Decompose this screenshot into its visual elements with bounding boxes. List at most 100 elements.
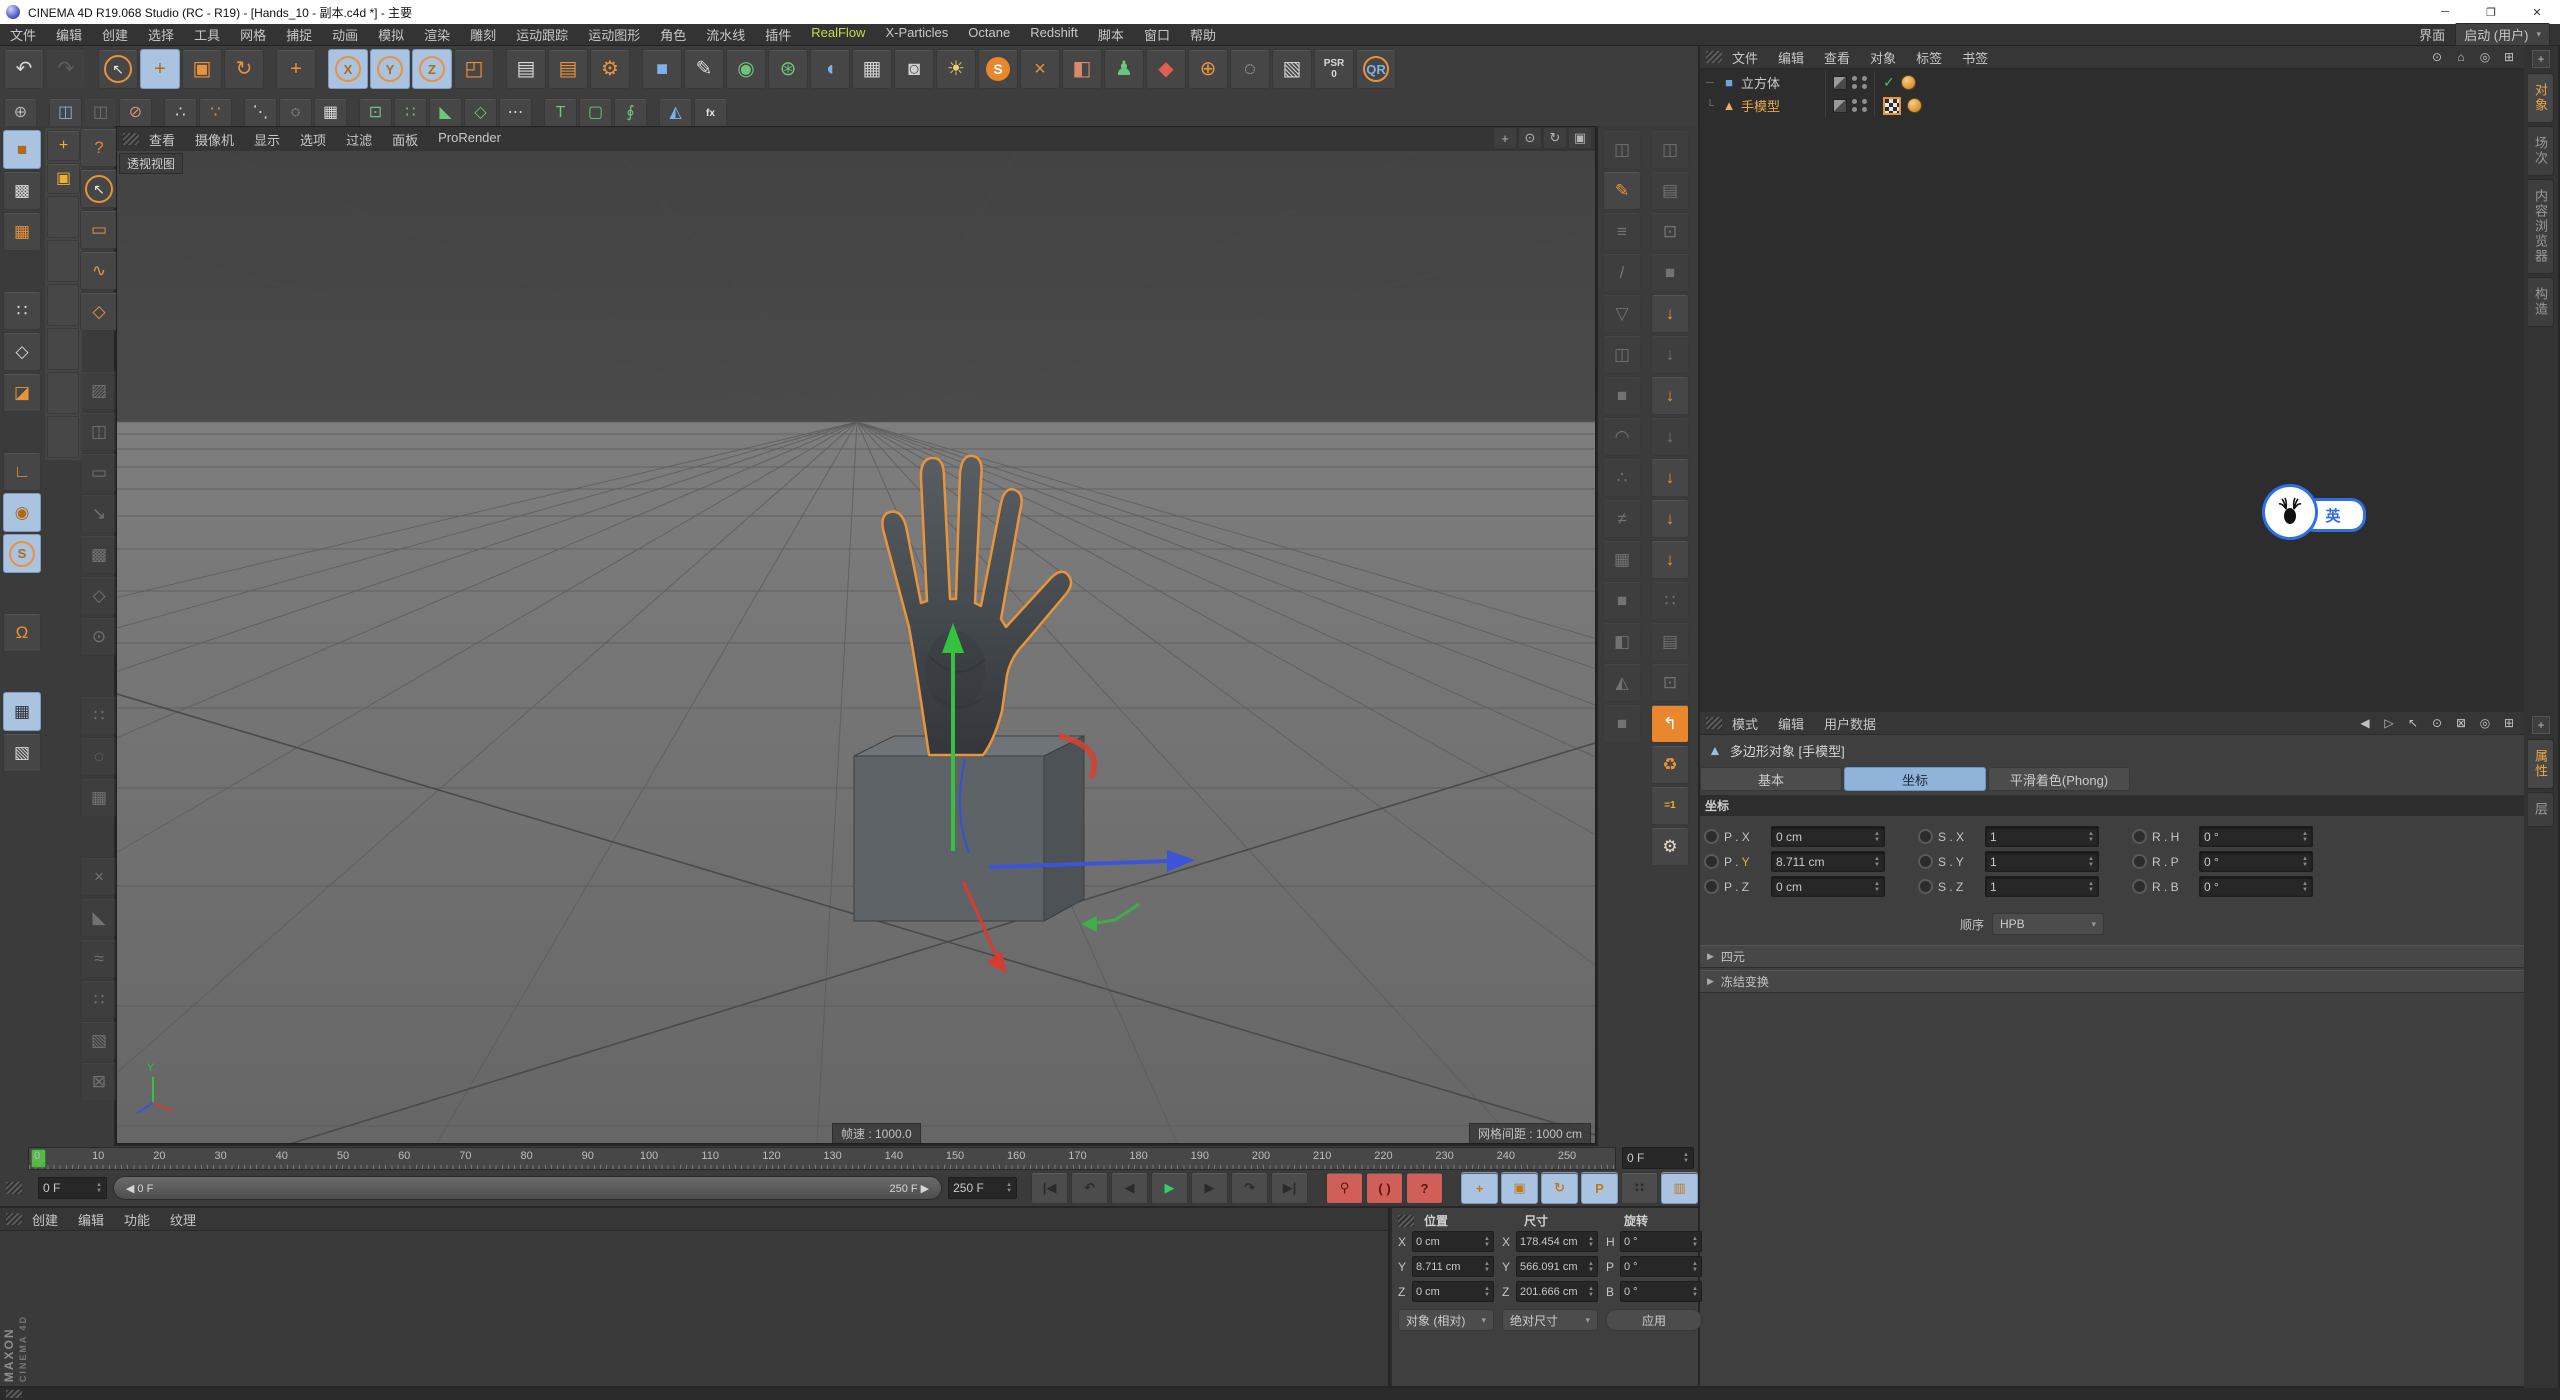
field-s-z[interactable]: 1 ▲ ▼ [1985, 876, 2099, 897]
undo-icon[interactable]: ↶ [4, 49, 44, 89]
filter-icon[interactable]: ◎ [2476, 48, 2494, 66]
recycle-icon[interactable]: ♻ [1651, 745, 1689, 784]
polygon-selection-icon[interactable]: ◇ [80, 292, 118, 331]
subdivision-surface-icon[interactable]: ◉ [726, 49, 766, 89]
extrude-cube-icon[interactable]: ▢ [579, 97, 612, 129]
lock-x-axis-icon[interactable]: X [328, 49, 368, 89]
earth-icon[interactable]: ⊕ [4, 97, 37, 129]
field-p-z[interactable]: 0 cm ▲ ▼ [1771, 876, 1885, 897]
scene-3d[interactable]: Y 帧速 : 1000.0 网格间距 : 1000 cm [117, 151, 1595, 1143]
modeling-command-icon[interactable]: ⊠ [80, 1062, 118, 1101]
attribute-tab[interactable]: 平滑着色(Phong) [1988, 767, 2130, 791]
circle-points-icon[interactable]: ◌ [279, 97, 312, 129]
keyframe-radio-icon[interactable] [1704, 879, 1719, 894]
array-axis-icon[interactable]: ◫ [49, 97, 82, 129]
knife-icon[interactable]: / [1603, 253, 1641, 292]
menu-item[interactable]: 摄像机 [195, 130, 234, 149]
object-name[interactable]: 立方体 [1738, 73, 1825, 92]
stepper-icon[interactable]: ▲ ▼ [2302, 831, 2308, 843]
slabs-icon[interactable]: ▤ [1651, 171, 1689, 210]
subdivide-disabled-icon[interactable]: ↓ [1651, 335, 1689, 374]
menu-item[interactable]: Redshift [1030, 25, 1078, 44]
coordinate-system-icon[interactable]: ◰ [454, 49, 494, 89]
keyframe-radio-icon[interactable] [2132, 854, 2147, 869]
keyframe-radio-icon[interactable] [1918, 854, 1933, 869]
annotation-icon[interactable]: ▧ [1272, 49, 1312, 89]
quantize-grid-icon[interactable]: ▦ [3, 692, 41, 731]
next-frame-button[interactable]: ▶ [1191, 1172, 1229, 1204]
stepper-icon[interactable]: ▲ ▼ [2088, 881, 2094, 893]
stepper-icon[interactable]: ▲ ▼ [1692, 1261, 1698, 1273]
coordinate-field[interactable]: 566.091 cm ▲ ▼ [1516, 1256, 1598, 1277]
melt-icon[interactable]: ↓ [1651, 499, 1689, 538]
subdivide-icon[interactable]: ↓ [1651, 294, 1689, 333]
visibility-dots-icon[interactable] [1862, 99, 1867, 112]
stepper-icon[interactable]: ▲ ▼ [2088, 831, 2094, 843]
grid-plane-icon[interactable]: ▦ [1603, 540, 1641, 579]
modeling-command-icon[interactable]: ◌ [80, 737, 118, 776]
menu-item[interactable]: 模拟 [378, 25, 404, 44]
stepper-icon[interactable]: ▲ ▼ [1484, 1261, 1490, 1273]
path-points-icon[interactable]: ⋯ [499, 97, 532, 129]
menu-item[interactable]: 标签 [1916, 48, 1942, 67]
preview-range-slider[interactable]: ◀ 0 F 250 F ▶ [112, 1176, 943, 1200]
coordinate-field[interactable]: 0 ° ▲ ▼ [1620, 1256, 1702, 1277]
add-tab-icon[interactable]: + [2532, 716, 2550, 734]
grid-points-icon[interactable]: ▦ [314, 97, 347, 129]
menu-item[interactable]: 流水线 [706, 25, 745, 44]
modeling-command-icon[interactable]: ▨ [80, 371, 118, 410]
menu-item[interactable]: RealFlow [811, 25, 865, 44]
modeling-command-icon[interactable]: ▩ [80, 535, 118, 574]
edges-mode-icon[interactable]: ◇ [3, 332, 41, 371]
menu-item[interactable]: ProRender [438, 130, 501, 149]
menu-item[interactable]: 窗口 [1144, 25, 1170, 44]
render-settings-icon[interactable]: ⚙ [590, 49, 630, 89]
history-back-icon[interactable]: ◀ [2356, 714, 2374, 732]
slabs2-icon[interactable]: ▤ [1651, 622, 1689, 661]
object-name[interactable]: 手模型 [1738, 96, 1825, 115]
menu-item[interactable]: 动画 [332, 25, 358, 44]
search-icon[interactable]: ⊙ [2428, 48, 2446, 66]
menu-item[interactable]: 运动图形 [588, 25, 640, 44]
attribute-tab[interactable]: 坐标 [1844, 767, 1986, 791]
lock-icon[interactable]: ⊠ [2452, 714, 2470, 732]
visibility-dots-icon[interactable] [1852, 99, 1857, 112]
apply-button[interactable]: 应用 [1606, 1309, 1702, 1331]
modeling-command-icon[interactable]: ▭ [80, 453, 118, 492]
cube-c-icon[interactable]: ■ [1603, 704, 1641, 743]
maximize-button[interactable]: ❐ [2468, 0, 2514, 24]
visibility-dots-icon[interactable] [1852, 76, 1857, 89]
modeling-command-icon[interactable]: ▧ [80, 1021, 118, 1060]
primitive-cube-icon[interactable]: ■ [642, 49, 682, 89]
menu-item[interactable]: 查看 [149, 130, 175, 149]
visibility-toggles[interactable] [1825, 71, 1875, 94]
lock-y-axis-icon[interactable]: Y [370, 49, 410, 89]
axis-mode-icon[interactable]: ∟ [3, 452, 41, 491]
phong-tag-icon[interactable] [1907, 98, 1922, 113]
lock-z-axis-icon[interactable]: Z [412, 49, 452, 89]
settings-cube-icon[interactable]: ⚙ [1651, 827, 1689, 866]
arch-icon[interactable]: ◠ [1603, 417, 1641, 456]
swap-icon[interactable]: ↰ [1651, 704, 1689, 743]
prev-key-button[interactable]: ↶ [1071, 1172, 1109, 1204]
ruler-frame-spinner[interactable]: 0 F ▲ ▼ [1622, 1147, 1694, 1169]
camera-object-icon[interactable]: ◙ [894, 49, 934, 89]
menu-item[interactable]: 运动跟踪 [516, 25, 568, 44]
size-mode-dropdown[interactable]: 绝对尺寸 ▾ [1502, 1309, 1598, 1331]
modeling-command-icon[interactable]: × [80, 857, 118, 896]
polygons-mode-icon[interactable]: ◪ [3, 373, 41, 412]
keyframe-scale-toggle[interactable]: ▣ [1501, 1172, 1539, 1204]
lasso-selection-icon[interactable]: ∿ [80, 251, 118, 290]
keyframe-radio-icon[interactable] [1704, 854, 1719, 869]
character-object-icon[interactable]: ♟ [1104, 49, 1144, 89]
menu-item[interactable]: 网格 [240, 25, 266, 44]
modeling-command-icon[interactable]: ⊙ [80, 617, 118, 656]
field-r-p[interactable]: 0 ° ▲ ▼ [2199, 851, 2313, 872]
add-tab-icon[interactable]: + [2532, 50, 2550, 68]
pan-view-icon[interactable]: + [1494, 128, 1516, 148]
menu-item[interactable]: 脚本 [1098, 25, 1124, 44]
keyframe-parameter-toggle[interactable]: P [1581, 1172, 1619, 1204]
keyframe-pla-toggle[interactable]: ∷ [1621, 1172, 1659, 1204]
modeling-command-icon[interactable]: ↘ [80, 494, 118, 533]
keyframe-radio-icon[interactable] [1704, 829, 1719, 844]
